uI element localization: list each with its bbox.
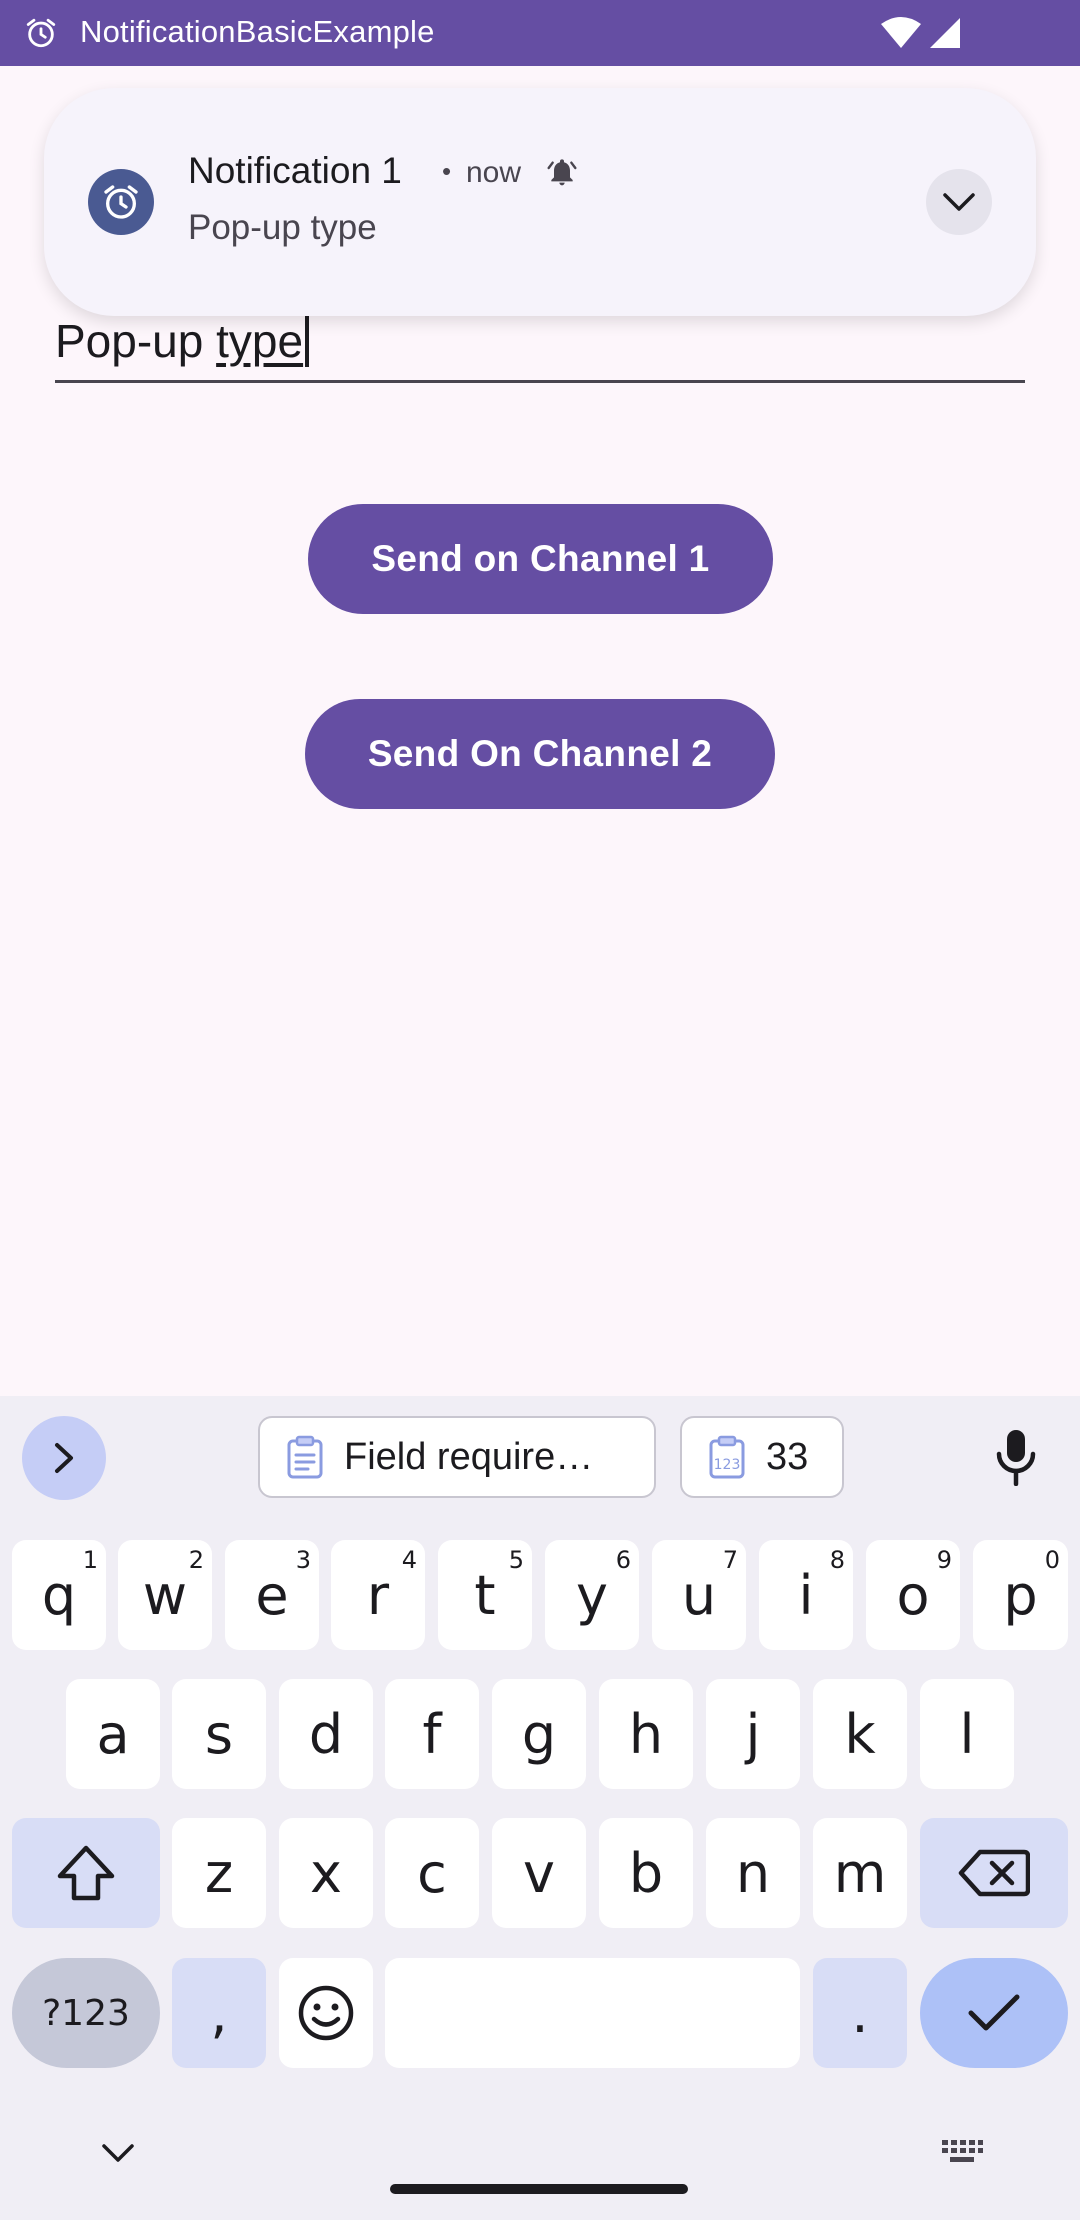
key-label: y [576, 1563, 608, 1627]
backspace-key[interactable] [920, 1818, 1068, 1928]
microphone-icon[interactable] [992, 1428, 1040, 1486]
notification-app-icon [88, 169, 154, 235]
signal-icon [930, 18, 960, 48]
calendar-number-icon: 123 [709, 1435, 745, 1479]
key-hint: 9 [936, 1546, 952, 1574]
send-channel-2-button[interactable]: Send On Channel 2 [305, 699, 775, 809]
key-label: r [366, 1563, 390, 1627]
key-label: o [896, 1563, 930, 1627]
number-suggestion-chip[interactable]: 123 33 [680, 1416, 844, 1498]
key-s[interactable]: s [172, 1679, 266, 1789]
key-f[interactable]: f [385, 1679, 479, 1789]
key-x[interactable]: x [279, 1818, 373, 1928]
gesture-home-handle[interactable] [390, 2184, 688, 2194]
key-label: p [1003, 1563, 1038, 1627]
soft-keyboard [0, 1396, 1080, 2220]
text-cursor [305, 315, 310, 367]
key-q[interactable]: q1 [12, 1540, 106, 1650]
key-a[interactable]: a [66, 1679, 160, 1789]
key-o[interactable]: o9 [866, 1540, 960, 1650]
key-hint: 4 [401, 1546, 417, 1574]
key-label: q [41, 1563, 77, 1627]
emoji-key[interactable] [279, 1958, 373, 2068]
status-bar: NotificationBasicExample [0, 0, 1080, 66]
key-label: e [255, 1563, 289, 1627]
key-y[interactable]: y6 [545, 1540, 639, 1650]
key-d[interactable]: d [279, 1679, 373, 1789]
send-channel-1-button[interactable]: Send on Channel 1 [308, 504, 773, 614]
key-label: w [142, 1563, 188, 1627]
chevron-down-icon [943, 193, 975, 211]
symbols-key[interactable]: ?123 [12, 1958, 160, 2068]
key-w[interactable]: w2 [118, 1540, 212, 1650]
key-t[interactable]: t5 [438, 1540, 532, 1650]
key-i[interactable]: i8 [759, 1540, 853, 1650]
wifi-icon [881, 17, 921, 48]
input-value: Pop-up type [55, 314, 310, 368]
key-l[interactable]: l [920, 1679, 1014, 1789]
svg-text:123: 123 [714, 1457, 741, 1473]
key-hint: 6 [615, 1546, 631, 1574]
space-key[interactable] [385, 1958, 800, 2068]
period-key[interactable]: . [813, 1958, 907, 2068]
key-j[interactable]: j [706, 1679, 800, 1789]
shift-icon [57, 1845, 115, 1901]
clipboard-icon [287, 1435, 323, 1479]
key-e[interactable]: e3 [225, 1540, 319, 1650]
alarm-icon [26, 18, 56, 48]
key-hint: 5 [508, 1546, 524, 1574]
key-hint: 0 [1044, 1546, 1060, 1574]
key-hint: 7 [722, 1546, 738, 1574]
key-z[interactable]: z [172, 1818, 266, 1928]
notification-expand-button[interactable] [926, 169, 992, 235]
comma-key[interactable]: , [172, 1958, 266, 2068]
alarm-icon [104, 185, 138, 219]
heads-up-notification[interactable]: Notification 1 • now Pop-up type [44, 88, 1036, 316]
key-m[interactable]: m [813, 1818, 907, 1928]
key-label: u [681, 1563, 717, 1627]
enter-key[interactable] [920, 1958, 1068, 2068]
key-label: i [798, 1563, 814, 1627]
key-c[interactable]: c [385, 1818, 479, 1928]
key-hint: 2 [188, 1546, 204, 1574]
number-suggestion-label: 33 [766, 1435, 809, 1478]
bell-icon [547, 159, 577, 186]
key-g[interactable]: g [492, 1679, 586, 1789]
key-hint: 3 [295, 1546, 311, 1574]
key-p[interactable]: p0 [973, 1540, 1068, 1650]
key-u[interactable]: u7 [652, 1540, 746, 1650]
key-k[interactable]: k [813, 1679, 907, 1789]
backspace-icon [958, 1849, 1030, 1897]
keyboard-expand-button[interactable] [22, 1416, 106, 1500]
notification-title: Notification 1 [188, 150, 402, 191]
status-app-title: NotificationBasicExample [80, 14, 435, 49]
input-value-plain: Pop-up [55, 315, 217, 367]
notification-separator: • [442, 156, 452, 186]
key-b[interactable]: b [599, 1818, 693, 1928]
clipboard-suggestion-chip[interactable]: Field require… [258, 1416, 656, 1498]
checkmark-icon [968, 1994, 1020, 2031]
key-n[interactable]: n [706, 1818, 800, 1928]
key-v[interactable]: v [492, 1818, 586, 1928]
notification-text: Pop-up type [188, 208, 377, 247]
key-r[interactable]: r4 [331, 1540, 425, 1650]
key-label: t [474, 1563, 496, 1627]
shift-key[interactable] [12, 1818, 160, 1928]
key-h[interactable]: h [599, 1679, 693, 1789]
clipboard-suggestion-label: Field require… [344, 1435, 594, 1478]
notification-time: now [466, 156, 522, 189]
chevron-right-icon [55, 1443, 73, 1473]
key-hint: 1 [82, 1546, 98, 1574]
hide-keyboard-chevron-icon[interactable] [98, 2140, 138, 2166]
key-hint: 8 [829, 1546, 845, 1574]
emoji-icon [298, 1985, 354, 2041]
keyboard-switch-icon[interactable] [940, 2136, 984, 2170]
input-value-composing: type [216, 315, 304, 367]
